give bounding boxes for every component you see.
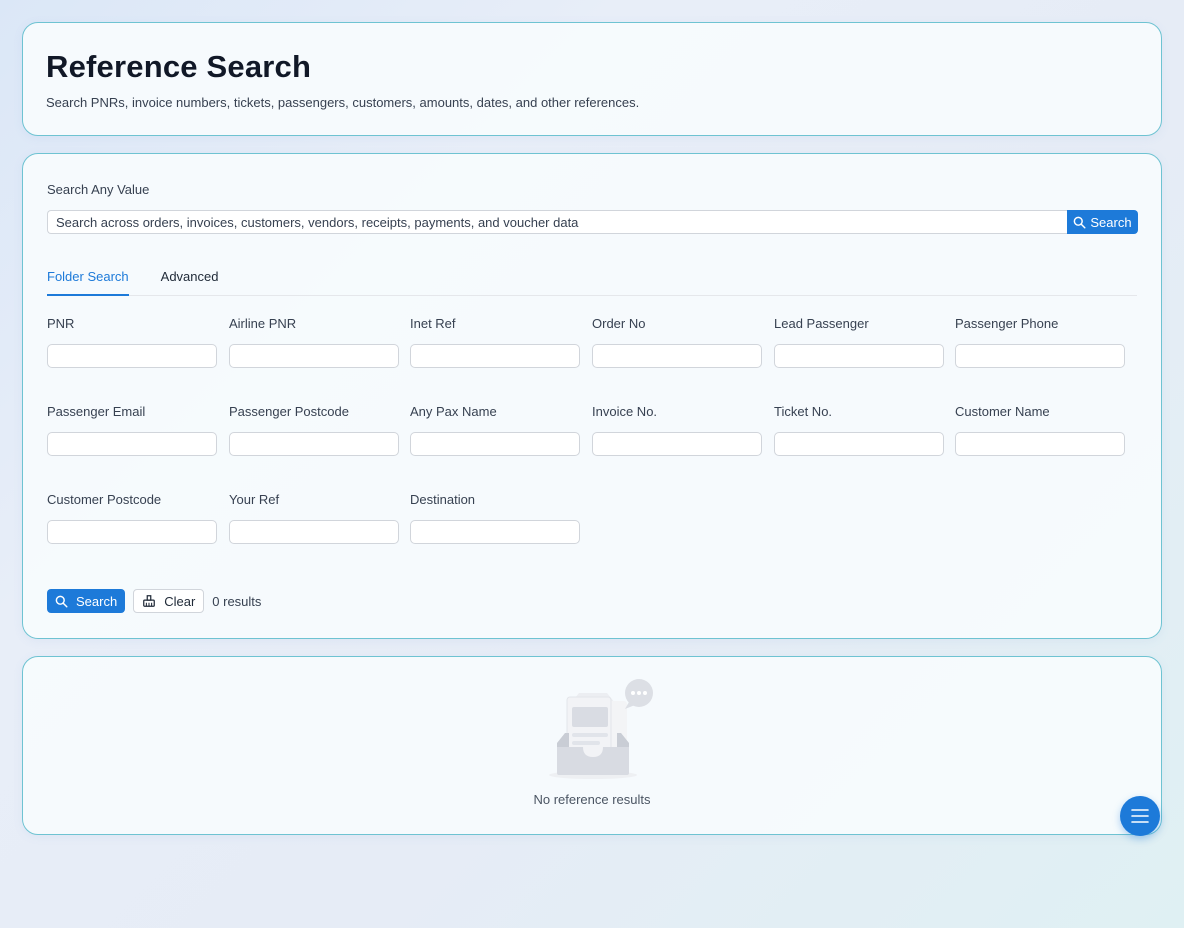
airline-pnr-input[interactable] [229,344,399,368]
inet-ref-input[interactable] [410,344,580,368]
customer-postcode-input[interactable] [47,520,217,544]
field-label: Customer Name [955,404,1050,419]
field-label: Your Ref [229,492,280,507]
field-invoice-no: Invoice No. [592,404,762,456]
search-icon [55,595,68,608]
field-label: Customer Postcode [47,492,162,507]
passenger-email-input[interactable] [47,432,217,456]
field-order-no: Order No [592,316,762,368]
ticket-no-input[interactable] [774,432,944,456]
header-card: Reference Search Search PNRs, invoice nu… [22,22,1162,136]
destination-input[interactable] [410,520,580,544]
field-label: Passenger Email [47,404,146,419]
results-card: No reference results [22,656,1162,835]
clear-icon [143,595,156,607]
results-count: 0 results [212,593,262,609]
floating-menu-button[interactable] [1120,796,1160,836]
order-no-input[interactable] [592,344,762,368]
search-any-button-label: Search [1090,214,1132,230]
search-tabs: Folder Search Advanced [47,262,1137,296]
search-any-input[interactable] [47,210,1067,234]
invoice-no-input[interactable] [592,432,762,456]
field-airline-pnr: Airline PNR [229,316,399,368]
field-customer-postcode: Customer Postcode [47,492,217,544]
tab-advanced[interactable]: Advanced [161,262,219,296]
search-button[interactable]: Search [47,589,126,613]
field-passenger-postcode: Passenger Postcode [229,404,399,456]
page-subtitle: Search PNRs, invoice numbers, tickets, p… [46,95,640,110]
passenger-postcode-input[interactable] [229,432,399,456]
page-title: Reference Search [46,49,312,84]
search-any-row: Search [47,210,1138,234]
search-any-button[interactable]: Search [1067,210,1138,234]
field-label: Invoice No. [592,404,658,419]
field-any-pax-name: Any Pax Name [410,404,580,456]
field-ticket-no: Ticket No. [774,404,944,456]
search-actions: Search Clear 0 results [47,589,261,613]
field-label: Any Pax Name [410,404,497,419]
field-passenger-phone: Passenger Phone [955,316,1125,368]
empty-inbox-icon [549,679,653,779]
any-pax-name-input[interactable] [410,432,580,456]
field-label: Destination [410,492,476,507]
clear-button[interactable]: Clear [133,589,205,613]
field-destination: Destination [410,492,580,544]
tab-folder-search[interactable]: Folder Search [47,262,129,296]
field-label: Inet Ref [410,316,456,331]
field-label: Order No [592,316,646,331]
field-label: Airline PNR [229,316,297,331]
clear-button-label: Clear [164,593,196,609]
empty-results-text: No reference results [533,792,651,807]
field-pnr: PNR [47,316,217,368]
field-passenger-email: Passenger Email [47,404,217,456]
your-ref-input[interactable] [229,520,399,544]
search-any-label: Search Any Value [47,182,150,197]
field-label: Passenger Phone [955,316,1059,331]
field-customer-name: Customer Name [955,404,1125,456]
field-label: Lead Passenger [774,316,869,331]
search-card: Search Any Value Search Folder Search Ad… [22,153,1162,639]
field-lead-passenger: Lead Passenger [774,316,944,368]
search-icon [1074,216,1086,229]
customer-name-input[interactable] [955,432,1125,456]
pnr-input[interactable] [47,344,217,368]
passenger-phone-input[interactable] [955,344,1125,368]
field-label: Passenger Postcode [229,404,349,419]
lead-passenger-input[interactable] [774,344,944,368]
field-label: PNR [47,316,75,331]
field-your-ref: Your Ref [229,492,399,544]
menu-icon [1131,809,1149,823]
search-button-label: Search [76,593,118,609]
field-inet-ref: Inet Ref [410,316,580,368]
field-label: Ticket No. [774,404,833,419]
